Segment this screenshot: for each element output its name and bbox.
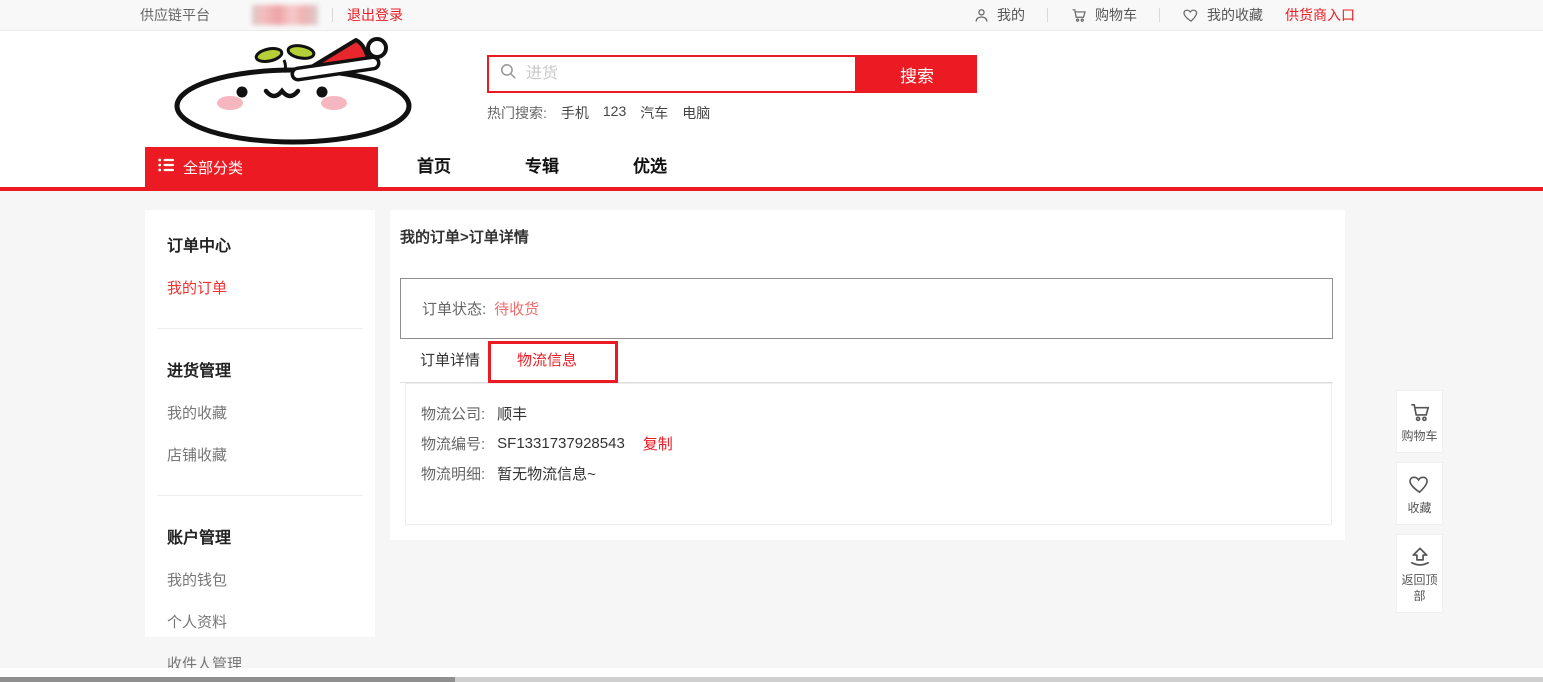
nav-link-home[interactable]: 首页: [417, 147, 451, 187]
platform-title: 供应链平台: [140, 5, 210, 25]
nav-links: 首页 专辑 优选: [417, 147, 667, 187]
sidebar-section-account-management: 账户管理: [167, 524, 375, 548]
tab-logistics-info[interactable]: 物流信息: [517, 339, 577, 383]
footer-strip: [0, 668, 1543, 677]
float-favorite-label: 收藏: [1407, 501, 1431, 515]
topbar-left: 供应链平台 退出登录: [140, 0, 403, 30]
my-account-label: 我的: [997, 5, 1025, 25]
arrow-up-icon: [1399, 545, 1440, 568]
sidebar-item-shop-favorites[interactable]: 店铺收藏: [167, 444, 375, 465]
search-input-box: [487, 55, 857, 93]
back-to-top-label: 返回顶部: [1401, 573, 1437, 603]
logistics-number-value: SF1331737928543: [497, 435, 625, 452]
all-categories-label: 全部分类: [183, 157, 243, 178]
logout-link[interactable]: 退出登录: [347, 5, 403, 25]
order-status-value: 待收货: [494, 298, 539, 319]
logistics-company-row: 物流公司: 顺丰: [421, 398, 1331, 428]
menu-list-icon: [158, 158, 174, 176]
all-categories-button[interactable]: 全部分类: [145, 147, 378, 187]
hot-search-item[interactable]: 汽车: [640, 103, 668, 123]
hot-search-label: 热门搜索:: [487, 103, 547, 123]
site-logo[interactable]: [170, 33, 415, 147]
heart-icon: [1399, 473, 1440, 496]
logistics-detail-value: 暂无物流信息~: [497, 463, 596, 484]
breadcrumb[interactable]: 我的订单>订单详情: [400, 226, 529, 247]
float-favorite-button[interactable]: 收藏: [1396, 462, 1443, 525]
cart-link[interactable]: 购物车: [1070, 5, 1137, 25]
search-icon: [499, 62, 518, 86]
back-to-top-button[interactable]: 返回顶部: [1396, 534, 1443, 613]
logistics-info-box: 物流公司: 顺丰 物流编号: SF1331737928543 复制 物流明细: …: [405, 383, 1332, 525]
search-input[interactable]: [526, 65, 855, 83]
username-redacted: [252, 5, 318, 25]
sidebar-item-profile[interactable]: 个人资料: [167, 611, 375, 632]
topbar: 供应链平台 退出登录 我的 购物车: [0, 0, 1543, 31]
sidebar-item-my-favorites[interactable]: 我的收藏: [167, 402, 375, 423]
sidebar-item-my-wallet[interactable]: 我的钱包: [167, 569, 375, 590]
scrollbar-thumb[interactable]: [0, 677, 455, 682]
topbar-divider: [332, 8, 333, 22]
nav-link-preferred[interactable]: 优选: [633, 147, 667, 187]
floating-action-bar: 购物车 收藏 返回顶部: [1396, 390, 1443, 613]
order-detail-panel: 我的订单>订单详情 订单状态: 待收货 订单详情 物流信息 物流公司: 顺丰 物…: [390, 210, 1345, 540]
favorites-label: 我的收藏: [1207, 5, 1263, 25]
logistics-detail-row: 物流明细: 暂无物流信息~: [421, 458, 1331, 488]
float-cart-label: 购物车: [1401, 429, 1437, 443]
cart-icon: [1070, 7, 1088, 24]
hot-search-item[interactable]: 123: [603, 103, 626, 123]
tab-order-detail[interactable]: 订单详情: [420, 339, 480, 383]
topbar-divider: [1047, 8, 1048, 22]
supplier-entry-link[interactable]: 供货商入口: [1285, 5, 1355, 25]
topbar-divider: [1159, 8, 1160, 22]
cart-label: 购物车: [1095, 5, 1137, 25]
logistics-number-label: 物流编号:: [421, 433, 485, 454]
horizontal-scrollbar[interactable]: [0, 677, 1543, 682]
main-nav: 全部分类 首页 专辑 优选: [0, 147, 1543, 187]
copy-button[interactable]: 复制: [643, 433, 673, 454]
nav-link-album[interactable]: 专辑: [525, 147, 559, 187]
topbar-right: 我的 购物车 我的收藏 供货商入口: [973, 0, 1355, 30]
order-status-label: 订单状态:: [422, 298, 486, 319]
detail-tabs: 订单详情 物流信息: [400, 339, 1333, 383]
order-status-box: 订单状态: 待收货: [400, 278, 1333, 339]
logistics-detail-label: 物流明细:: [421, 463, 485, 484]
logistics-company-value: 顺丰: [497, 403, 527, 424]
sidebar-section-order-center: 订单中心: [167, 232, 375, 256]
favorites-link[interactable]: 我的收藏: [1182, 5, 1263, 25]
hot-search-item[interactable]: 手机: [561, 103, 589, 123]
sidebar-divider: [157, 495, 363, 496]
logistics-company-label: 物流公司:: [421, 403, 485, 424]
logistics-number-row: 物流编号: SF1331737928543 复制: [421, 428, 1331, 458]
sidebar-divider: [157, 328, 363, 329]
sidebar-section-purchase-management: 进货管理: [167, 357, 375, 381]
search-bar: 搜索: [487, 55, 977, 93]
cart-icon: [1399, 401, 1440, 424]
user-icon: [973, 7, 990, 24]
float-cart-button[interactable]: 购物车: [1396, 390, 1443, 453]
my-account-link[interactable]: 我的: [973, 5, 1025, 25]
sidebar: 订单中心 我的订单 进货管理 我的收藏 店铺收藏 账户管理 我的钱包 个人资料 …: [145, 210, 375, 637]
hot-search-item[interactable]: 电脑: [682, 103, 710, 123]
heart-icon: [1182, 7, 1200, 24]
mascot-logo-image: [170, 33, 415, 147]
hot-search-row: 热门搜索: 手机 123 汽车 电脑: [487, 103, 710, 123]
search-button[interactable]: 搜索: [857, 55, 977, 93]
sidebar-item-my-orders[interactable]: 我的订单: [167, 277, 375, 298]
